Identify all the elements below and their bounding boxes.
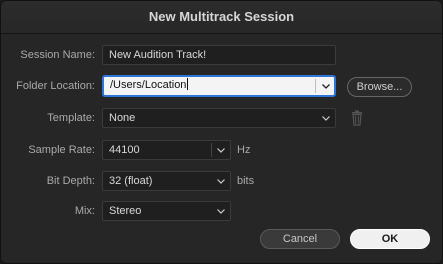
bit-depth-select[interactable]: 32 (float) [102,171,231,191]
mix-select[interactable]: Stereo [102,201,231,221]
new-multitrack-session-dialog: New Multitrack Session Session Name: New… [0,0,443,264]
template-select[interactable]: None [102,108,336,128]
combobox-divider [315,79,316,93]
chevron-down-icon [321,113,331,123]
session-name-input[interactable]: New Audition Track! [102,45,336,65]
sample-rate-label: Sample Rate: [28,144,95,156]
chevron-down-icon [216,206,226,216]
folder-location-combobox[interactable]: /Users/Location [102,75,336,97]
text-cursor [187,78,189,90]
trash-icon[interactable] [350,110,364,126]
bit-depth-unit: bits [237,175,255,187]
mix-label: Mix: [74,205,95,217]
sample-rate-value: 44100 [109,144,140,156]
ok-button[interactable]: OK [350,229,430,249]
sample-rate-unit: Hz [237,144,251,156]
cancel-button[interactable]: Cancel [260,229,340,249]
mix-value: Stereo [109,205,142,217]
title-bar[interactable]: New Multitrack Session [1,1,442,34]
bit-depth-label: Bit Depth: [46,175,95,187]
dialog-title: New Multitrack Session [148,9,295,24]
sample-rate-combobox[interactable]: 44100 [102,140,231,160]
folder-location-value: /Users/Location [110,79,187,91]
chevron-down-icon[interactable] [216,145,226,155]
session-name-label: Session Name: [20,49,95,61]
combobox-divider [211,143,212,157]
bit-depth-value: 32 (float) [109,175,153,187]
template-label: Template: [47,112,95,124]
template-value: None [109,112,136,124]
browse-button[interactable]: Browse... [347,77,412,97]
chevron-down-icon[interactable] [321,81,331,91]
chevron-down-icon [216,176,226,186]
session-name-value: New Audition Track! [109,49,207,61]
folder-location-label: Folder Location: [16,80,95,92]
